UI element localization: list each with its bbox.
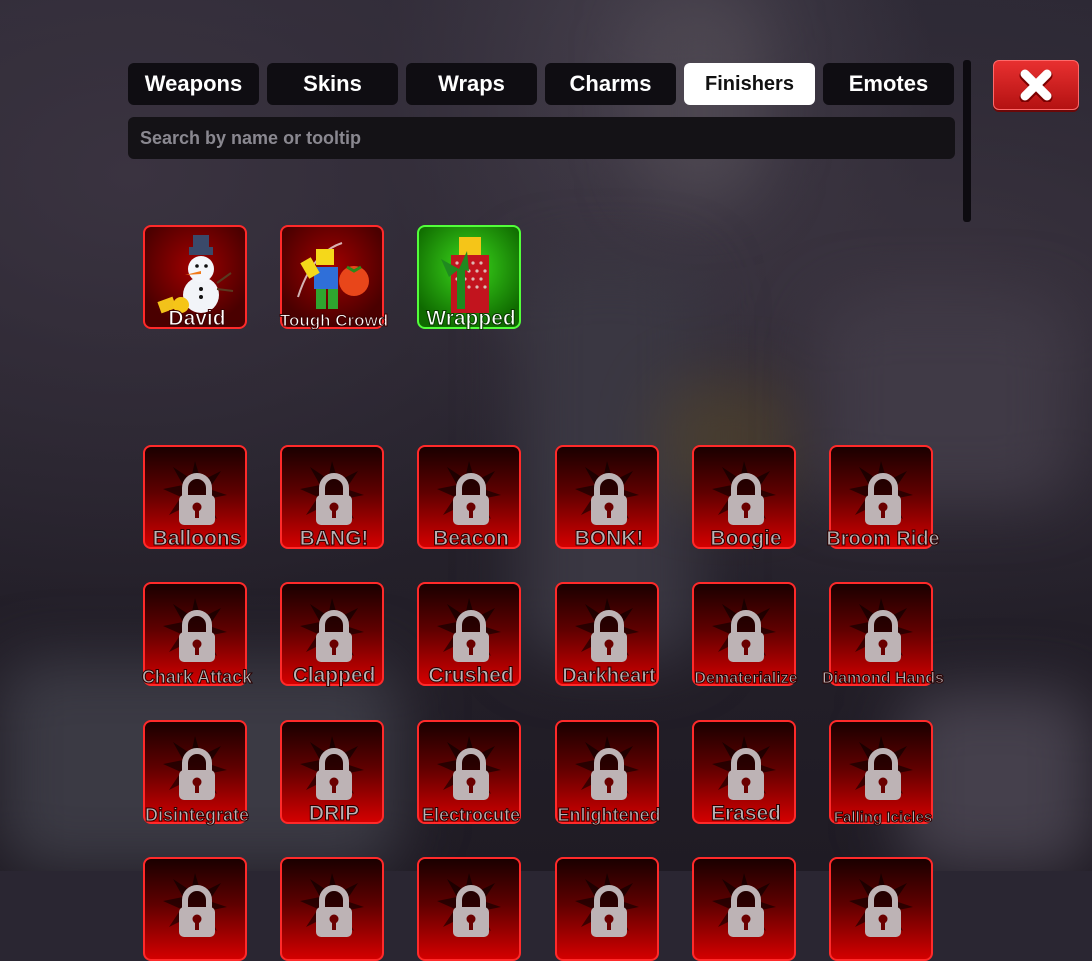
locked-finisher-tile[interactable]: Clapped xyxy=(280,582,384,688)
finisher-name: David xyxy=(168,307,226,331)
lock-icon xyxy=(728,748,764,800)
lock-icon xyxy=(179,473,215,525)
finisher-name: Tough Crowd xyxy=(279,311,389,331)
locked-finisher-tile[interactable] xyxy=(417,857,521,961)
lock-icon xyxy=(179,885,215,937)
lock-icon xyxy=(179,748,215,800)
finisher-name: Diamond Hands xyxy=(822,670,945,688)
tab-emotes[interactable]: Emotes xyxy=(823,63,954,105)
locked-finisher-tile[interactable]: Boogie xyxy=(692,445,796,551)
finisher-name: Clapped xyxy=(292,664,376,688)
finisher-name: DRIP xyxy=(308,802,360,826)
finisher-name: Crushed xyxy=(428,664,514,688)
lock-icon xyxy=(591,885,627,937)
locked-finisher-tile[interactable]: Enlightened xyxy=(555,720,661,826)
finisher-name: Electrocute xyxy=(421,805,521,826)
lock-icon xyxy=(591,748,627,800)
finisher-name: Balloons xyxy=(152,527,242,551)
finisher-name: Enlightened xyxy=(557,805,661,826)
locked-finisher-tile[interactable] xyxy=(143,857,247,961)
lock-icon xyxy=(865,885,901,937)
finisher-name: BONK! xyxy=(574,527,644,551)
finisher-name: Darkheart xyxy=(562,665,656,688)
locked-finisher-tile[interactable]: BONK! xyxy=(555,445,659,551)
finisher-name: Chark Attack xyxy=(141,667,253,688)
category-tabs: Weapons Skins Wraps Charms Finishers Emo… xyxy=(128,63,954,105)
lock-icon xyxy=(865,473,901,525)
finisher-name: BANG! xyxy=(299,527,369,551)
search-bar xyxy=(128,117,955,159)
lock-icon xyxy=(453,748,489,800)
locked-finisher-tile[interactable]: DRIP xyxy=(280,720,384,826)
locked-finisher-tile[interactable]: Beacon xyxy=(417,445,521,551)
owned-finisher-tough-crowd[interactable]: Tough Crowd xyxy=(279,225,389,331)
search-input[interactable] xyxy=(138,126,955,150)
locked-finisher-tile[interactable]: Disintegrate xyxy=(143,720,250,826)
finisher-name: Boogie xyxy=(710,527,782,551)
locked-finisher-tile[interactable] xyxy=(280,857,384,961)
lock-icon xyxy=(865,610,901,662)
finisher-name: Beacon xyxy=(433,527,510,551)
close-icon xyxy=(1019,69,1053,102)
tab-finishers[interactable]: Finishers xyxy=(684,63,815,105)
lock-icon xyxy=(728,473,764,525)
finisher-name: Erased xyxy=(710,802,782,826)
lock-icon xyxy=(316,748,352,800)
locked-finisher-tile[interactable]: Electrocute xyxy=(417,720,521,826)
finisher-name: Broom Ride xyxy=(826,528,940,551)
tab-charms[interactable]: Charms xyxy=(545,63,676,105)
locked-finisher-tile[interactable]: Diamond Hands xyxy=(822,582,944,688)
locked-finisher-tile[interactable]: Broom Ride xyxy=(826,445,940,551)
locked-finisher-tile[interactable] xyxy=(829,857,933,961)
finisher-name: Disintegrate xyxy=(144,805,250,826)
owned-finisher-wrapped[interactable]: Wrapped xyxy=(417,225,521,331)
lock-icon xyxy=(865,748,901,800)
finisher-name: Dematerialize xyxy=(694,670,798,688)
lock-icon xyxy=(453,610,489,662)
lock-icon xyxy=(316,473,352,525)
lock-icon xyxy=(591,610,627,662)
lock-icon xyxy=(453,885,489,937)
lock-icon xyxy=(316,610,352,662)
tab-wraps[interactable]: Wraps xyxy=(406,63,537,105)
lock-icon xyxy=(591,473,627,525)
lock-icon xyxy=(728,610,764,662)
gift-wrapped-art-icon xyxy=(441,237,489,313)
locked-finisher-tile[interactable] xyxy=(555,857,659,961)
locked-finisher-tile[interactable]: BANG! xyxy=(280,445,384,551)
locked-finisher-tile[interactable]: Crushed xyxy=(417,582,521,688)
locked-finisher-tile[interactable] xyxy=(692,857,796,961)
locked-finisher-tile[interactable]: Falling Icicles xyxy=(829,720,933,827)
locked-finisher-tile[interactable]: Dematerialize xyxy=(692,582,798,688)
locked-finisher-tile[interactable]: Chark Attack xyxy=(141,582,253,688)
tab-weapons[interactable]: Weapons xyxy=(128,63,259,105)
close-button[interactable] xyxy=(993,60,1079,110)
lock-icon xyxy=(728,885,764,937)
locked-finisher-tile[interactable]: Erased xyxy=(692,720,796,826)
owned-finisher-david[interactable]: David xyxy=(143,225,247,331)
lock-icon xyxy=(179,610,215,662)
locked-finisher-tile[interactable]: Darkheart xyxy=(555,582,659,688)
lock-icon xyxy=(316,885,352,937)
finisher-name: Falling Icicles xyxy=(833,809,933,827)
scrollbar[interactable] xyxy=(963,60,971,222)
tomato-thrower-art-icon xyxy=(297,242,369,309)
lock-icon xyxy=(453,473,489,525)
tab-skins[interactable]: Skins xyxy=(267,63,398,105)
locked-finisher-tile[interactable]: Balloons xyxy=(143,445,247,551)
snowman-art-icon xyxy=(157,235,234,314)
finisher-name: Wrapped xyxy=(426,307,516,331)
